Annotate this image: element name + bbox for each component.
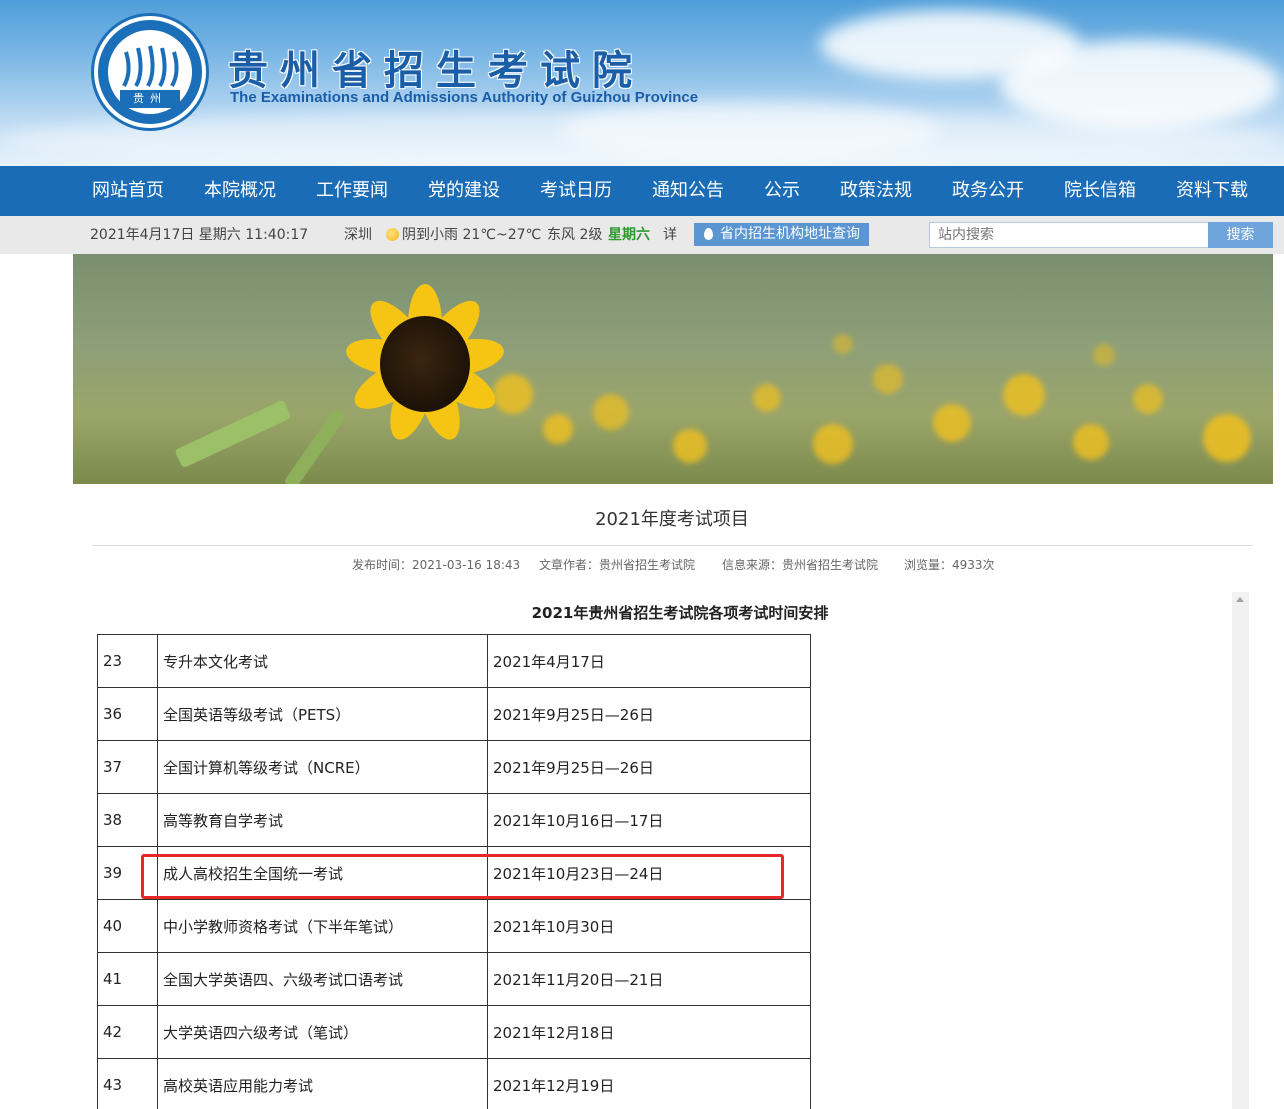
table-row: 43 高校英语应用能力考试 2021年12月19日 <box>97 1058 811 1109</box>
flower-decoration <box>833 334 853 354</box>
table-row: 38 高等教育自学考试 2021年10月16日—17日 <box>97 793 811 847</box>
article-publish-time: 发布时间：2021-03-16 18:43 <box>352 558 521 572</box>
flower-decoration <box>1093 344 1115 366</box>
nav-item-calendar[interactable]: 考试日历 <box>540 166 612 216</box>
weather-weekday: 星期六 <box>608 227 650 243</box>
table-caption: 2021年贵州省招生考试院各项考试时间安排 <box>531 604 829 622</box>
exam-name: 全国英语等级考试（PETS） <box>157 687 488 741</box>
site-logo[interactable]: 贵州 <box>94 16 206 128</box>
sunflower-center <box>380 316 470 412</box>
table-row: 41 全国大学英语四、六级考试口语考试 2021年11月20日—21日 <box>97 952 811 1006</box>
exam-name: 全国计算机等级考试（NCRE） <box>157 740 488 794</box>
table-row: 36 全国英语等级考试（PETS） 2021年9月25日—26日 <box>97 687 811 741</box>
address-lookup-button[interactable]: 省内招生机构地址查询 <box>694 223 869 246</box>
flower-decoration <box>753 384 781 412</box>
exam-date: 2021年10月23日—24日 <box>487 846 811 900</box>
table-row: 40 中小学教师资格考试（下半年笔试） 2021年10月30日 <box>97 899 811 953</box>
scroll-up-arrow-icon[interactable] <box>1236 597 1244 602</box>
exam-number: 36 <box>97 687 158 741</box>
flower-decoration <box>543 414 573 444</box>
hero-banner-image <box>73 254 1273 484</box>
exam-name: 高校英语应用能力考试 <box>157 1058 488 1109</box>
main-nav: 网站首页 本院概况 工作要闻 党的建设 考试日历 通知公告 公示 政策法规 政务… <box>0 166 1284 216</box>
current-datetime: 2021年4月17日 星期六 11:40:17 <box>90 227 309 243</box>
weather-detail-link[interactable]: 详 <box>663 216 677 254</box>
flower-decoration <box>933 404 971 442</box>
logo-emblem: 贵州 <box>108 30 192 114</box>
flower-decoration <box>813 424 853 464</box>
sunflower-leaf <box>174 399 292 469</box>
exam-name: 全国大学英语四、六级考试口语考试 <box>157 952 488 1006</box>
exam-date: 2021年9月25日—26日 <box>487 687 811 741</box>
title-divider <box>92 545 1253 546</box>
exam-name: 高等教育自学考试 <box>157 793 488 847</box>
nav-item-gov-affairs[interactable]: 政务公开 <box>952 166 1024 216</box>
search-input[interactable] <box>929 222 1210 248</box>
exam-date: 2021年12月19日 <box>487 1058 811 1109</box>
location-pin-icon <box>704 228 713 240</box>
article-views: 浏览量：4933次 <box>904 558 995 572</box>
flower-decoration <box>1203 414 1251 462</box>
search-button[interactable]: 搜索 <box>1208 222 1273 248</box>
exam-name: 中小学教师资格考试（下半年笔试） <box>157 899 488 953</box>
nav-item-publicity[interactable]: 公示 <box>764 166 800 216</box>
exam-date: 2021年10月16日—17日 <box>487 793 811 847</box>
nav-item-news[interactable]: 工作要闻 <box>316 166 388 216</box>
flower-decoration <box>1003 374 1045 416</box>
nav-item-home[interactable]: 网站首页 <box>92 166 164 216</box>
exam-name: 专升本文化考试 <box>157 634 488 688</box>
site-title[interactable]: 贵州省招生考试院 <box>228 38 644 96</box>
weather-wind: 东风 2级 <box>547 227 603 243</box>
address-lookup-label: 省内招生机构地址查询 <box>720 226 860 242</box>
exam-name: 成人高校招生全国统一考试 <box>157 846 488 900</box>
table-row: 23 专升本文化考试 2021年4月17日 <box>97 634 811 688</box>
exam-number: 38 <box>97 793 158 847</box>
weather-cloud-icon <box>386 228 399 241</box>
flower-decoration <box>593 394 629 430</box>
article-author: 文章作者：贵州省招生考试院 <box>539 558 696 572</box>
exam-number: 39 <box>97 846 158 900</box>
exam-date: 2021年9月25日—26日 <box>487 740 811 794</box>
nav-item-mailbox[interactable]: 院长信箱 <box>1064 166 1136 216</box>
flower-decoration <box>1073 424 1109 460</box>
exam-date: 2021年10月30日 <box>487 899 811 953</box>
flower-decoration <box>1133 384 1163 414</box>
nav-item-policy[interactable]: 政策法规 <box>840 166 912 216</box>
content-scrollbar[interactable] <box>1232 592 1249 1109</box>
flower-decoration <box>873 364 903 394</box>
sunflower-stem <box>283 408 347 484</box>
flower-decoration <box>493 374 533 414</box>
nav-item-notices[interactable]: 通知公告 <box>652 166 724 216</box>
nav-item-party[interactable]: 党的建设 <box>428 166 500 216</box>
table-row: 42 大学英语四六级考试（笔试） 2021年12月18日 <box>97 1005 811 1059</box>
nav-item-downloads[interactable]: 资料下载 <box>1176 166 1248 216</box>
table-row: 39 成人高校招生全国统一考试 2021年10月23日—24日 <box>97 846 811 900</box>
site-header: 贵州 贵州省招生考试院 The Examinations and Admissi… <box>0 0 1284 166</box>
exam-number: 40 <box>97 899 158 953</box>
exam-number: 42 <box>97 1005 158 1059</box>
exam-number: 23 <box>97 634 158 688</box>
exam-date: 2021年4月17日 <box>487 634 811 688</box>
weather-city: 深圳 <box>344 227 372 243</box>
exam-number: 37 <box>97 740 158 794</box>
cloud-decoration <box>0 110 1284 166</box>
flower-decoration <box>673 429 707 463</box>
nav-item-about[interactable]: 本院概况 <box>204 166 276 216</box>
article-source: 信息来源：贵州省招生考试院 <box>722 558 879 572</box>
exam-schedule-table: 23 专升本文化考试 2021年4月17日 36 全国英语等级考试（PETS） … <box>97 634 811 1109</box>
exam-date: 2021年12月18日 <box>487 1005 811 1059</box>
site-subtitle: The Examinations and Admissions Authorit… <box>230 89 699 106</box>
article-title: 2021年度考试项目 <box>595 509 749 530</box>
weather-condition: 阴到小雨 21℃~27℃ <box>402 227 542 243</box>
exam-name: 大学英语四六级考试（笔试） <box>157 1005 488 1059</box>
exam-date: 2021年11月20日—21日 <box>487 952 811 1006</box>
table-row: 37 全国计算机等级考试（NCRE） 2021年9月25日—26日 <box>97 740 811 794</box>
exam-number: 43 <box>97 1058 158 1109</box>
exam-number: 41 <box>97 952 158 1006</box>
logo-label: 贵州 <box>120 90 180 108</box>
